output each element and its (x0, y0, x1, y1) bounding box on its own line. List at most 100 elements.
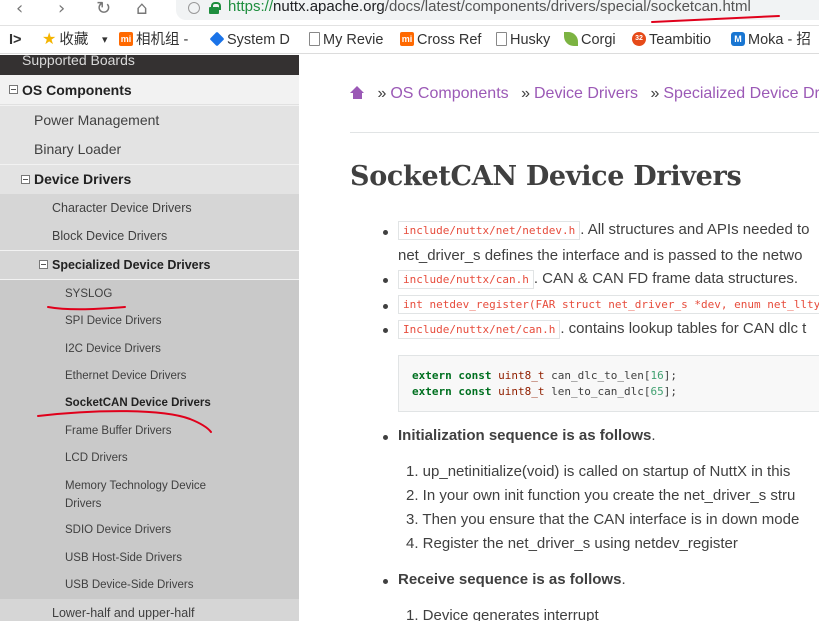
init-heading-text: Initialization sequence is as follows (398, 427, 652, 444)
breadcrumb-separator: » (377, 85, 387, 102)
sidebar-item-power-management[interactable]: Power Management (0, 106, 299, 135)
sidebar-item-character-device-drivers[interactable]: Character Device Drivers (0, 194, 299, 222)
sidebar-item-memory-technology-device-drivers[interactable]: Memory Technology Device Drivers (0, 472, 299, 516)
bullet-dot (383, 435, 388, 440)
home-icon[interactable] (350, 86, 365, 99)
sidebar-item-label: USB Device-Side Drivers (65, 579, 194, 591)
collapse-icon[interactable] (39, 260, 48, 269)
sidebar-item-label: SocketCAN Device Drivers (65, 397, 211, 409)
sidebar-item-ethernet-device-drivers[interactable]: Ethernet Device Drivers (0, 362, 299, 390)
sidebar-item-label: Specialized Device Drivers (52, 258, 211, 272)
code-text: ]; (663, 385, 677, 398)
mi-icon: mi (400, 32, 414, 47)
star-icon: ★ (42, 29, 57, 49)
collapse-icon[interactable] (9, 85, 18, 94)
sidebar-item-sdio-device-drivers[interactable]: SDIO Device Drivers (0, 516, 299, 544)
inline-code: include/nuttx/can.h (398, 270, 534, 289)
bullet-netdev-continued: net_driver_s defines the interface and i… (398, 247, 803, 264)
reload-icon[interactable]: ↻ (96, 0, 111, 20)
sidebar-item-device-drivers[interactable]: Device Drivers (0, 165, 299, 194)
inline-code: include/nuttx/net/netdev.h (398, 221, 581, 240)
bullet-dot (383, 278, 388, 283)
bookmark-label: 相机组 - (136, 32, 189, 48)
sidebar-item-syslog[interactable]: SYSLOG (0, 280, 299, 308)
bookmark-label: Corgi (581, 32, 616, 48)
sidebar-item-frame-buffer-drivers[interactable]: Frame Buffer Drivers (0, 417, 299, 445)
sidebar-item-binary-loader[interactable]: Binary Loader (0, 135, 299, 164)
url-text[interactable]: https://nuttx.apache.org/docs/latest/com… (228, 0, 751, 15)
bullet-text: . All structures and APIs needed to (580, 221, 810, 238)
sidebar-item-label: Power Management (34, 112, 160, 128)
bullet-dot (383, 328, 388, 333)
leaf-icon (564, 32, 578, 47)
sidebar-item-specialized-device-drivers[interactable]: Specialized Device Drivers (0, 251, 299, 279)
bookmark-cross-ref[interactable]: mi Cross Ref (400, 31, 481, 49)
bullet-dot (383, 230, 388, 235)
code-keyword: extern (412, 385, 452, 398)
sidebar-item-label: I2C Device Drivers (65, 343, 161, 355)
init-heading: Initialization sequence is as follows. (398, 427, 656, 444)
page-title: SocketCAN Device Drivers (350, 161, 742, 192)
bullet-text: . CAN & CAN FD frame data structures. (533, 270, 799, 287)
code-text: len_to_can_dlc[ (544, 385, 651, 398)
breadcrumb-link-specialized-device-drivers[interactable]: Specialized Device Drivers (663, 85, 819, 102)
code-line: extern const uint8_t can_dlc_to_len[16]; (412, 369, 677, 382)
sidebar-item-lower-upper-half[interactable]: Lower-half and upper-half (0, 599, 299, 621)
collapse-icon[interactable] (21, 175, 30, 184)
sidebar-item-spi-device-drivers[interactable]: SPI Device Drivers (0, 307, 299, 335)
home-icon[interactable]: ⌂ (136, 0, 147, 20)
receive-step: 1. Device generates interrupt (406, 607, 599, 621)
bookmark-label: Cross Ref (417, 32, 482, 48)
page-icon (309, 32, 320, 47)
sidebar-item-label: Memory Technology Device Drivers (65, 480, 207, 510)
receive-heading-text: Receive sequence is as follows (398, 571, 622, 588)
bookmarks-bar: I> ★ 收藏 ▾ mi 相机组 - System D My Revie mi Cro… (0, 26, 819, 54)
page-icon (496, 32, 507, 47)
divider (350, 132, 819, 133)
sidebar-item-socketcan-device-drivers[interactable]: SocketCAN Device Drivers (0, 389, 299, 417)
forward-arrow-icon[interactable]: › (58, 0, 65, 20)
bookmark-husky[interactable]: Husky (496, 31, 550, 49)
code-keyword: const (458, 369, 492, 382)
reading-list-icon[interactable]: I> (9, 31, 22, 49)
breadcrumb-link-os-components[interactable]: OS Components (390, 85, 508, 102)
bookmark-label: My Revie (323, 32, 384, 48)
sidebar-item-lcd-drivers[interactable]: LCD Drivers (0, 444, 299, 472)
bookmark-favorites[interactable]: ★ 收藏 (42, 29, 88, 49)
sidebar-item-label: Ethernet Device Drivers (65, 370, 187, 382)
code-type: uint8_t (498, 385, 545, 398)
dropdown-icon[interactable]: ▾ (102, 31, 108, 49)
bookmark-teambition[interactable]: 32 Teambitio (632, 31, 711, 49)
mi-icon: mi (119, 32, 133, 47)
sidebar-item-block-device-drivers[interactable]: Block Device Drivers (0, 222, 299, 250)
bullet-net-can-h: Include/nuttx/net/can.h. contains lookup… (398, 320, 806, 339)
inline-code: Include/nuttx/net/can.h (398, 320, 561, 339)
sidebar-item-label: Block Device Drivers (52, 229, 168, 243)
bookmark-moka[interactable]: M Moka - 招 (731, 31, 811, 49)
sidebar-item-i2c-device-drivers[interactable]: I2C Device Drivers (0, 335, 299, 363)
code-text: ]; (663, 369, 677, 382)
main-content: » OS Components » Device Drivers » Speciali… (299, 55, 819, 621)
sidebar-item-os-components[interactable]: OS Components (0, 75, 299, 105)
bookmark-label: Husky (510, 32, 551, 48)
breadcrumb-link-device-drivers[interactable]: Device Drivers (534, 85, 638, 102)
code-text: can_dlc_to_len[ (544, 369, 651, 382)
sidebar-item-usb-device-side-drivers[interactable]: USB Device-Side Drivers (0, 571, 299, 599)
init-step: 3. Then you ensure that the CAN interfac… (406, 511, 800, 528)
back-arrow-icon[interactable]: ‹ (16, 0, 23, 20)
bookmark-my-review[interactable]: My Revie (309, 31, 383, 49)
bullet-text: . contains lookup tables for CAN dlc t (560, 320, 807, 337)
teambition-icon: 32 (632, 32, 646, 47)
bookmark-label: System D (227, 32, 290, 48)
sidebar-item-usb-host-side-drivers[interactable]: USB Host-Side Drivers (0, 544, 299, 572)
init-step: 1. up_netinitialize(void) is called on s… (406, 463, 791, 480)
bookmark-system[interactable]: System D (209, 31, 290, 49)
sidebar-item-label: Lower-half and upper-half (52, 606, 195, 620)
bookmark-camera-group[interactable]: mi 相机组 - (119, 31, 188, 49)
bookmark-label: Moka - 招 (748, 32, 811, 48)
init-step: 2. In your own init function you create … (406, 487, 796, 504)
bookmark-corgi[interactable]: Corgi (564, 31, 616, 49)
site-info-icon[interactable] (188, 2, 200, 14)
sidebar-item-supported-boards[interactable]: Supported Boards (0, 55, 299, 75)
sidebar-item-label: Character Device Drivers (52, 201, 192, 215)
